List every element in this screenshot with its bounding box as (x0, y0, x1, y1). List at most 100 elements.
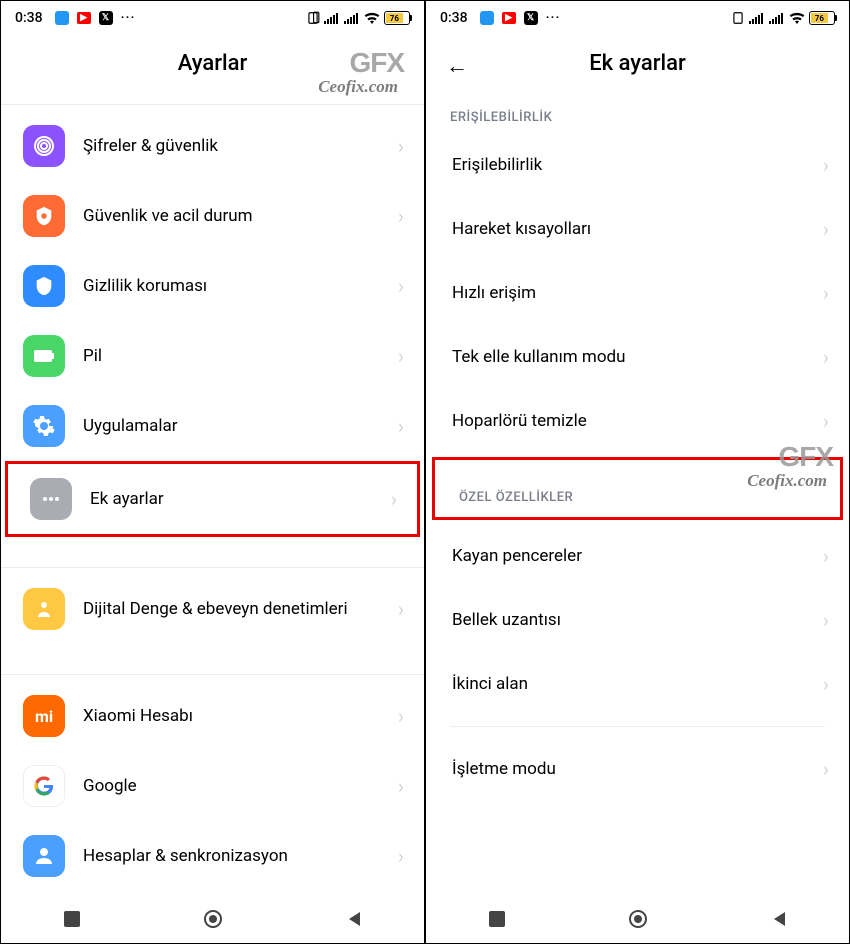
sim-icon (731, 11, 745, 25)
item-floating-windows[interactable]: Kayan pencereler › (426, 524, 849, 588)
xiaomi-icon: mi (23, 695, 65, 737)
chevron-right-icon: › (398, 774, 404, 798)
item-label: Bellek uzantısı (452, 609, 823, 631)
item-google[interactable]: Google › (1, 751, 424, 821)
item-label: Hızlı erişim (452, 282, 823, 304)
page-title: Ayarlar (1, 51, 424, 76)
chevron-right-icon: › (823, 281, 829, 305)
item-second-space[interactable]: İkinci alan › (426, 652, 849, 716)
item-label: Hoparlörü temizle (452, 410, 823, 432)
sync-icon (23, 835, 65, 877)
chevron-right-icon: › (398, 344, 404, 368)
chevron-right-icon: › (398, 274, 404, 298)
clock: 0:38 (440, 10, 468, 26)
item-passwords-security[interactable]: Şifreler & güvenlik › (1, 111, 424, 181)
nav-bar (1, 895, 424, 943)
nav-back[interactable] (340, 905, 368, 933)
phone-left-settings: 0:38 ▶ 𝕏 ··· 76 Ayarlar GFX Ceofix.com Ş… (0, 0, 425, 944)
nav-bar (426, 895, 849, 943)
item-gesture-shortcuts[interactable]: Hareket kısayolları › (426, 197, 849, 261)
more-notifs-icon: ··· (121, 10, 136, 26)
battery-icon (23, 335, 65, 377)
alert-icon (23, 195, 65, 237)
item-security-emergency[interactable]: Güvenlik ve acil durum › (1, 181, 424, 251)
app-notif-icon (55, 11, 69, 25)
item-label: Dijital Denge & ebeveyn denetimleri (83, 598, 398, 620)
youtube-icon: ▶ (502, 12, 516, 24)
item-accounts-sync[interactable]: Hesaplar & senkronizasyon › (1, 821, 424, 891)
item-battery[interactable]: Pil › (1, 321, 424, 391)
shield-icon (23, 265, 65, 307)
wifi-icon (789, 12, 805, 24)
item-label: Erişilebilirlik (452, 154, 823, 176)
nav-back[interactable] (765, 905, 793, 933)
signal-icon-2 (344, 12, 360, 24)
item-label: İşletme modu (452, 758, 823, 780)
item-additional-settings[interactable]: Ek ayarlar › (5, 461, 420, 537)
item-label: Pil (83, 345, 398, 367)
header: Ayarlar (1, 33, 424, 98)
battery-icon: 76 (809, 11, 835, 25)
youtube-icon: ▶ (77, 12, 91, 24)
nav-recents[interactable] (58, 905, 86, 933)
nav-home[interactable] (199, 905, 227, 933)
section-special-features: ÖZEL ÖZELLİKLER (435, 464, 840, 513)
phone-right-additional-settings: 0:38 ▶ 𝕏 ··· 76 ← Ek ayarlar ERİŞİLEBİLİ… (425, 0, 850, 944)
ellipsis-icon (30, 478, 72, 520)
signal-icon (324, 12, 340, 24)
item-onehanded[interactable]: Tek elle kullanım modu › (426, 325, 849, 389)
x-twitter-icon: 𝕏 (99, 11, 113, 25)
nav-home[interactable] (624, 905, 652, 933)
item-label: Hareket kısayolları (452, 218, 823, 240)
clock: 0:38 (15, 10, 43, 26)
chevron-right-icon: › (823, 345, 829, 369)
item-apps[interactable]: Uygulamalar › (1, 391, 424, 461)
item-clean-speaker[interactable]: Hoparlörü temizle › (426, 389, 849, 453)
accessibility-list: Erişilebilirlik › Hareket kısayolları › … (426, 133, 849, 453)
page-title: Ek ayarlar (426, 51, 849, 76)
more-notifs-icon: ··· (546, 10, 561, 26)
signal-icon-2 (769, 12, 785, 24)
section-accessibility: ERİŞİLEBİLİRLİK (426, 98, 849, 133)
item-privacy[interactable]: Gizlilik koruması › (1, 251, 424, 321)
item-enterprise-mode[interactable]: İşletme modu › (426, 737, 849, 801)
chevron-right-icon: › (398, 134, 404, 158)
item-label: Xiaomi Hesabı (83, 705, 398, 727)
chevron-right-icon: › (398, 844, 404, 868)
chevron-right-icon: › (398, 204, 404, 228)
chevron-right-icon: › (391, 487, 397, 511)
chevron-right-icon: › (398, 414, 404, 438)
signal-icon (749, 12, 765, 24)
item-label: Uygulamalar (83, 415, 398, 437)
item-memory-extension[interactable]: Bellek uzantısı › (426, 588, 849, 652)
item-label: Ek ayarlar (90, 488, 391, 510)
battery-icon: 76 (384, 11, 410, 25)
settings-list: Şifreler & güvenlik › Güvenlik ve acil d… (1, 111, 424, 891)
item-label: Google (83, 775, 398, 797)
item-quick-access[interactable]: Hızlı erişim › (426, 261, 849, 325)
chevron-right-icon: › (823, 153, 829, 177)
status-bar: 0:38 ▶ 𝕏 ··· 76 (1, 1, 424, 33)
chevron-right-icon: › (823, 544, 829, 568)
item-digital-wellbeing[interactable]: Dijital Denge & ebeveyn denetimleri › (1, 574, 424, 644)
status-bar: 0:38 ▶ 𝕏 ··· 76 (426, 1, 849, 33)
item-accessibility[interactable]: Erişilebilirlik › (426, 133, 849, 197)
item-label: Şifreler & güvenlik (83, 135, 398, 157)
chevron-right-icon: › (823, 217, 829, 241)
back-button[interactable]: ← (446, 53, 468, 79)
chevron-right-icon: › (823, 672, 829, 696)
wifi-icon (364, 12, 380, 24)
nav-recents[interactable] (483, 905, 511, 933)
item-xiaomi-account[interactable]: mi Xiaomi Hesabı › (1, 681, 424, 751)
special-features-list: Kayan pencereler › Bellek uzantısı › İki… (426, 524, 849, 716)
item-label: Tek elle kullanım modu (452, 346, 823, 368)
item-label: Hesaplar & senkronizasyon (83, 845, 398, 867)
app-notif-icon (480, 11, 494, 25)
chevron-right-icon: › (823, 757, 829, 781)
chevron-right-icon: › (823, 409, 829, 433)
sim-icon (306, 11, 320, 25)
chevron-right-icon: › (823, 608, 829, 632)
x-twitter-icon: 𝕏 (524, 11, 538, 25)
item-label: Kayan pencereler (452, 545, 823, 567)
chevron-right-icon: › (398, 597, 404, 621)
